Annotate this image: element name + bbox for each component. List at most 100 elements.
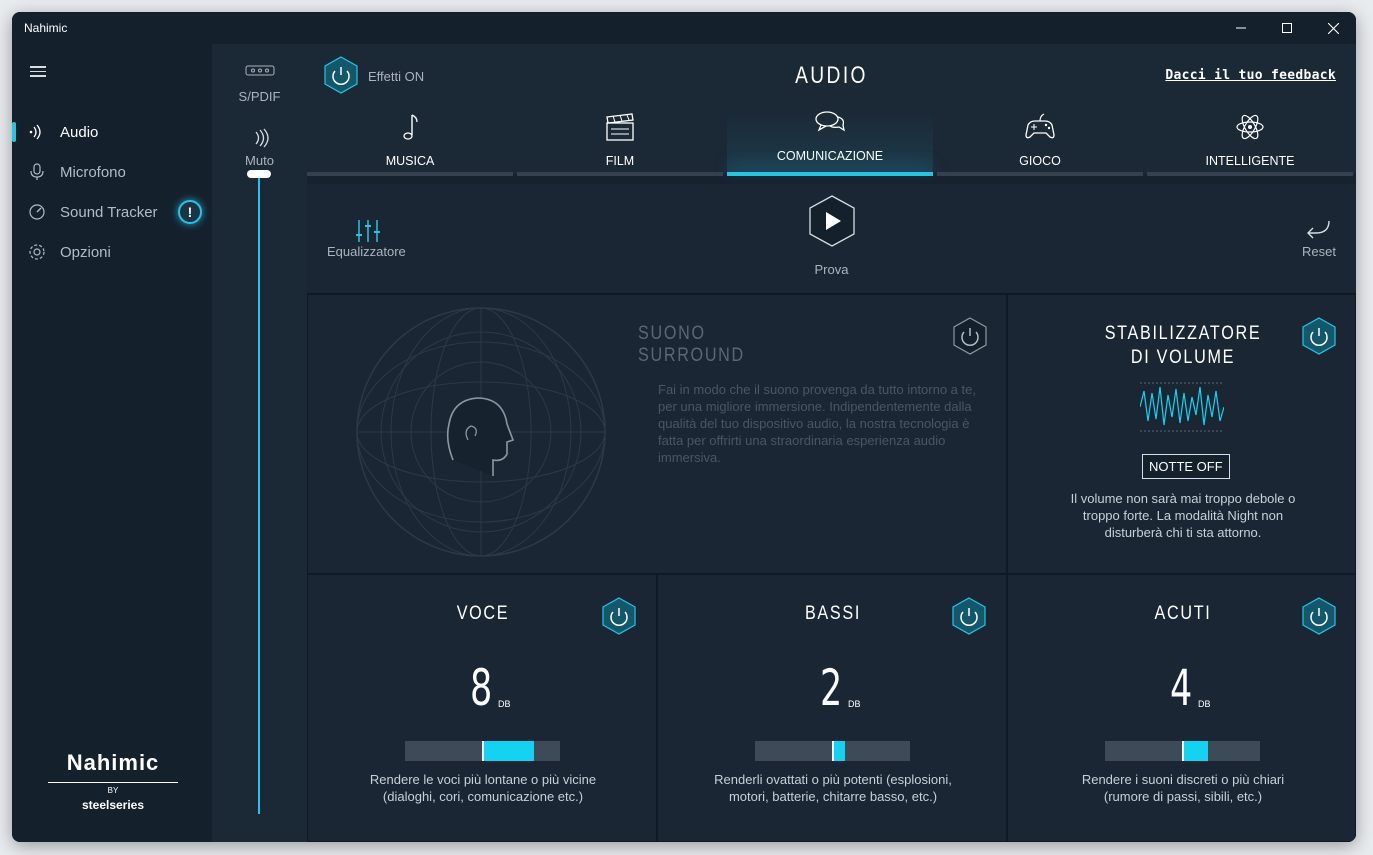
surround-panel: SUONO SURROUND Fai in modo che il suono …	[307, 294, 1007, 574]
sidebar-item-label: Sound Tracker	[60, 203, 158, 221]
tab-musica[interactable]: MUSICA	[307, 109, 513, 176]
surround-sphere-illustration	[356, 307, 606, 557]
brand-logo: Nahimic BY steelseries	[48, 750, 178, 812]
device-label: Muto	[245, 153, 274, 168]
treble-panel: ACUTI 4 DB Rendere i suoni discreti o pi…	[1007, 574, 1356, 842]
device-spdif[interactable]: S/PDIF	[212, 64, 307, 104]
alert-badge[interactable]: !	[178, 200, 202, 224]
sidebar-item-audio[interactable]: Audio	[12, 115, 212, 149]
equalizer-label[interactable]: Equalizzatore	[327, 244, 406, 259]
action-bar: Equalizzatore Prova Reset	[307, 184, 1356, 294]
slider-center-mark	[832, 741, 834, 761]
stabilizer-title-line2: DI VOLUME	[1130, 347, 1236, 368]
power-icon	[324, 56, 358, 94]
slider-center-mark	[1182, 741, 1184, 761]
sidebar-item-label: Audio	[60, 123, 99, 141]
microphone-icon	[28, 163, 46, 181]
night-mode-button[interactable]: NOTTE OFF	[1142, 454, 1230, 479]
maximize-button[interactable]	[1264, 12, 1310, 44]
volume-thumb[interactable]	[247, 170, 271, 178]
device-mute[interactable]: Muto	[212, 128, 307, 168]
speaker-icon	[254, 128, 269, 148]
clapperboard-icon	[606, 113, 634, 141]
sidebar-item-label: Opzioni	[60, 243, 111, 261]
audio-wave-icon	[28, 123, 46, 141]
reset-button[interactable]	[1304, 218, 1332, 247]
equalizer-icon	[356, 220, 380, 242]
undo-arrow-icon	[1307, 220, 1330, 239]
treble-description: Rendere i suoni discreti o più chiari (r…	[1081, 772, 1285, 804]
reset-label[interactable]: Reset	[1302, 244, 1336, 259]
sidebar-item-opzioni[interactable]: Opzioni	[12, 235, 212, 269]
treble-slider[interactable]	[1105, 741, 1260, 761]
surround-toggle[interactable]	[951, 317, 989, 355]
waveform-icon	[1140, 382, 1224, 432]
stabilizer-toggle[interactable]	[1300, 317, 1338, 355]
treble-toggle[interactable]	[1300, 597, 1338, 635]
slider-center-mark	[482, 741, 484, 761]
gamepad-icon	[1025, 113, 1055, 139]
tab-gioco[interactable]: GIOCO	[937, 109, 1143, 176]
play-icon	[809, 195, 855, 247]
bass-description: Renderli ovattati o più potenti (esplosi…	[714, 772, 952, 804]
music-note-icon	[403, 114, 418, 140]
treble-unit: DB	[1198, 699, 1211, 709]
tab-intelligente[interactable]: INTELLIGENTE	[1147, 109, 1353, 176]
power-icon	[1302, 597, 1336, 635]
power-icon	[602, 597, 636, 635]
feedback-link[interactable]: Dacci il tuo feedback	[1165, 68, 1336, 83]
volume-track[interactable]	[258, 174, 260, 814]
voice-panel: VOCE 8 DB Rendere le voci più lontane o …	[307, 574, 657, 842]
page-title: AUDIO	[795, 62, 868, 89]
sidebar-item-sound-tracker[interactable]: Sound Tracker !	[12, 195, 212, 229]
stabilizer-title-line1: STABILIZZATORE	[1104, 323, 1262, 344]
atom-icon	[1236, 114, 1264, 140]
tab-film[interactable]: FILM	[517, 109, 723, 176]
surround-description: Fai in modo che il suono provenga da tut…	[658, 382, 976, 465]
tab-label: MUSICA	[385, 154, 435, 168]
effects-toggle[interactable]	[322, 56, 360, 94]
bass-panel: BASSI 2 DB Renderli ovattati o più poten…	[657, 574, 1007, 842]
power-icon	[1302, 317, 1336, 355]
stabilizer-description: Il volume non sarà mai troppo debole o t…	[1070, 491, 1296, 540]
tab-label: INTELLIGENTE	[1205, 154, 1295, 168]
stabilizer-panel: STABILIZZATORE DI VOLUME NOTTE OFF Il vo…	[1007, 294, 1356, 574]
sidebar: Audio Microfono Sound Tracker ! Opzioni …	[12, 44, 212, 842]
sidebar-item-label: Microfono	[60, 163, 126, 181]
window-title: Nahimic	[24, 21, 68, 35]
power-icon	[953, 317, 987, 355]
tab-underline	[1147, 172, 1353, 176]
voice-unit: DB	[498, 699, 511, 709]
tab-underline	[937, 172, 1143, 176]
sidebar-item-microfono[interactable]: Microfono	[12, 155, 212, 189]
tab-underline	[727, 172, 933, 176]
close-icon	[1327, 22, 1339, 34]
bass-slider[interactable]	[755, 741, 910, 761]
hamburger-menu-icon[interactable]	[30, 66, 46, 78]
power-icon	[952, 597, 986, 635]
bass-toggle[interactable]	[950, 597, 988, 635]
tab-label: COMUNICAZIONE	[776, 149, 884, 163]
voice-toggle[interactable]	[600, 597, 638, 635]
maximize-icon	[1282, 23, 1292, 33]
voice-slider[interactable]	[405, 741, 560, 761]
bass-unit: DB	[848, 699, 861, 709]
play-label: Prova	[814, 262, 849, 277]
device-column: S/PDIF Muto	[212, 44, 307, 842]
gear-icon	[28, 243, 46, 261]
surround-title: SUONO SURROUND	[638, 323, 745, 366]
chat-bubbles-icon	[815, 111, 845, 132]
bass-title: BASSI	[804, 603, 862, 624]
voice-title: VOCE	[456, 603, 510, 624]
treble-title: ACUTI	[1154, 603, 1212, 624]
play-button[interactable]	[807, 194, 857, 253]
app-window: Nahimic Audio Microfono Sound Tracker ! …	[12, 12, 1356, 842]
tab-comunicazione[interactable]: COMUNICAZIONE	[727, 109, 933, 176]
spdif-icon	[245, 65, 274, 76]
minimize-icon	[1236, 27, 1246, 29]
close-button[interactable]	[1310, 12, 1356, 44]
minimize-button[interactable]	[1218, 12, 1264, 44]
treble-value: 4	[1170, 659, 1193, 717]
title-bar: Nahimic	[12, 12, 1356, 44]
bass-value: 2	[820, 659, 843, 717]
